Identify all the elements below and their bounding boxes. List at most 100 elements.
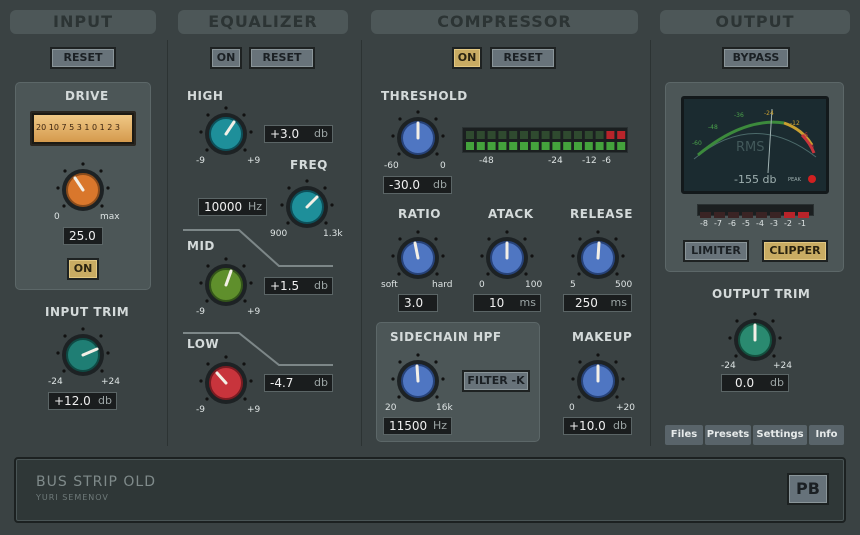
makeup-knob[interactable] [568,351,628,411]
clipper-button[interactable]: CLIPPER [762,240,828,262]
clip-scale-label: -8 [700,219,708,228]
drive-value[interactable]: 25.0 [63,227,103,245]
equalizer-section-title: EQUALIZER [178,10,348,34]
sidechain-min: 20 [385,403,397,413]
drive-on-button[interactable]: ON [67,258,99,280]
drive-meter-scale: 20 10 7 5 3 1 0 1 2 3 [36,123,120,132]
threshold-max: 0 [440,161,446,171]
gr-led [541,142,550,150]
eq-high-value[interactable]: +3.0 db [264,125,333,143]
vu-rms-label: RMS [736,140,765,155]
gr-scale-label: -12 [582,156,597,166]
gr-scale-label: -24 [548,156,563,166]
sidechain-max: 16k [436,403,453,413]
gr-led [563,131,572,139]
eq-low-value[interactable]: -4.7 db [264,374,333,392]
vu-scale-label: -24 [764,110,774,117]
input-reset-button[interactable]: RESET [50,47,116,69]
vu-meter-face: -60 -48 -36 -24 -12 -6 0 RMS -155 db PEA… [692,108,817,186]
bypass-button[interactable]: BYPASS [722,47,790,69]
gr-led [498,142,507,150]
comp-reset-button[interactable]: RESET [490,47,556,69]
eq-freq-value[interactable]: 10000 Hz [198,198,267,216]
eq-low-knob[interactable] [196,353,256,413]
eq-reset-button[interactable]: RESET [249,47,315,69]
attack-knob[interactable] [477,228,537,288]
input-trim-max: +24 [101,377,120,387]
input-section-title: INPUT [10,10,156,34]
makeup-value[interactable]: +10.0 db [563,417,632,435]
sidechain-knob[interactable] [388,351,448,411]
threshold-label: THRESHOLD [381,89,468,103]
eq-freq-value-text: 10000 [204,200,243,214]
gain-reduction-leds [466,131,626,150]
clip-led [728,212,739,218]
input-trim-value-text: +12.0 [54,394,91,408]
output-trim-value[interactable]: 0.0 db [721,374,789,392]
vu-scale-label: -48 [708,124,718,131]
eq-mid-min: -9 [196,307,205,317]
tab-files[interactable]: Files [665,425,703,445]
eq-mid-label: MID [187,239,215,253]
output-trim-value-text: 0.0 [735,376,755,390]
clip-meter [697,204,814,218]
clip-led [742,212,753,218]
eq-freq-label: FREQ [290,158,328,172]
limiter-button[interactable]: LIMITER [683,240,749,262]
ratio-value-text: 3.0 [404,296,424,310]
plugin-author: YURI SEMENOV [36,493,109,502]
sidechain-label: SIDECHAIN HPF [390,330,502,344]
makeup-label: MAKEUP [572,330,633,344]
drive-knob[interactable] [53,160,113,220]
tab-presets[interactable]: Presets [705,425,751,445]
gr-led [584,131,593,139]
gr-led [530,131,539,139]
eq-high-knob[interactable] [196,104,256,164]
tab-settings[interactable]: Settings [753,425,807,445]
comp-on-button[interactable]: ON [452,47,482,69]
clip-led [784,212,795,218]
release-value[interactable]: 250 ms [563,294,632,312]
release-label: RELEASE [570,207,633,221]
drive-label: DRIVE [65,89,109,103]
ratio-min: soft [381,280,398,290]
clip-scale-label: -1 [798,219,806,228]
divider [167,40,168,446]
output-trim-max: +24 [773,361,792,371]
tab-info[interactable]: Info [809,425,844,445]
gr-scale-label: -6 [602,156,611,166]
gr-led [606,131,615,139]
pb-button[interactable]: PB [787,473,829,505]
ratio-max: hard [432,280,453,290]
eq-high-value-text: +3.0 [270,127,300,141]
clip-led [714,212,725,218]
eq-mid-value[interactable]: +1.5 db [264,277,333,295]
gr-led [606,142,615,150]
attack-value[interactable]: 10 ms [473,294,541,312]
clip-scale-label: -4 [756,219,764,228]
gr-led [476,142,485,150]
clip-scale-label: -6 [728,219,736,228]
release-knob[interactable] [568,228,628,288]
eq-on-button[interactable]: ON [210,47,242,69]
input-trim-knob[interactable] [53,325,113,385]
eq-high-min: -9 [196,156,205,166]
sidechain-value[interactable]: 11500 Hz [383,417,452,435]
unit-label: db [314,279,328,292]
gr-scale-label: -48 [479,156,494,166]
unit-label: db [314,376,328,389]
filter-k-button[interactable]: FILTER -K [462,370,530,392]
release-value-text: 250 [575,296,598,310]
gr-led [498,131,507,139]
threshold-knob[interactable] [388,108,448,168]
ratio-knob[interactable] [388,228,448,288]
vu-scale-label: -60 [692,140,702,147]
unit-label: db [314,127,328,140]
gr-led [574,142,582,150]
input-trim-value[interactable]: +12.0 db [48,392,117,410]
eq-mid-knob[interactable] [196,255,256,315]
gr-led [595,142,604,150]
gr-led [617,142,626,150]
ratio-value[interactable]: 3.0 [398,294,438,312]
threshold-value[interactable]: -30.0 db [383,176,452,194]
